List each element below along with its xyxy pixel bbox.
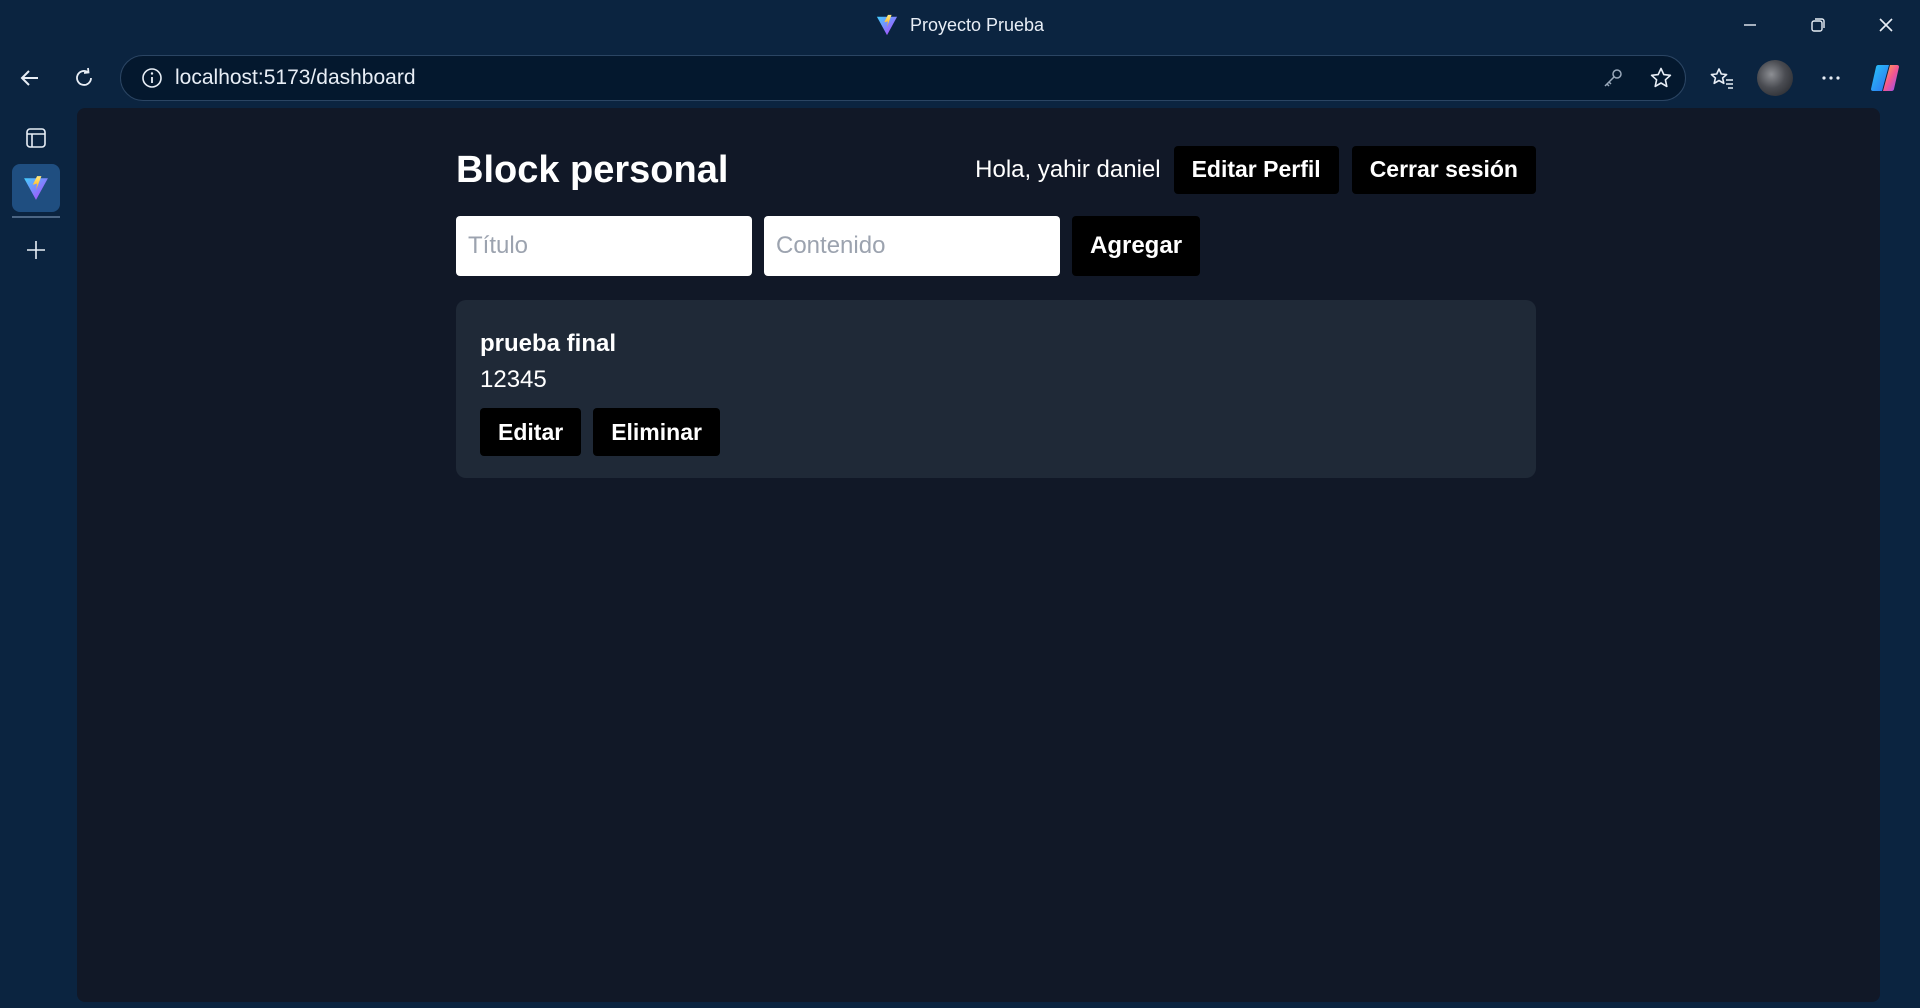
content-input[interactable] <box>764 216 1060 276</box>
password-button[interactable] <box>1589 55 1637 101</box>
info-icon <box>142 68 162 88</box>
profile-button[interactable] <box>1751 54 1799 102</box>
tab-proyecto-prueba[interactable] <box>12 164 60 212</box>
title-input[interactable] <box>456 216 752 276</box>
dashboard-header: Block personal Hola, yahir daniel Editar… <box>456 145 1536 194</box>
copilot-button[interactable] <box>1862 54 1910 102</box>
star-icon <box>1650 67 1672 88</box>
vite-logo-icon <box>24 176 48 200</box>
logout-button[interactable]: Cerrar sesión <box>1351 145 1536 194</box>
browser-toolbar: localhost:5173/dashboard <box>0 54 1920 102</box>
close-icon <box>1879 18 1893 32</box>
refresh-button[interactable] <box>64 54 104 102</box>
back-button[interactable] <box>10 54 50 102</box>
restore-icon <box>1811 18 1825 32</box>
user-greeting: Hola, yahir daniel <box>975 155 1161 183</box>
url-text[interactable]: localhost:5173/dashboard <box>175 66 1589 90</box>
note-title: prueba final <box>480 330 617 357</box>
window-title: Proyecto Prueba <box>909 14 1045 35</box>
sidebar-divider <box>12 216 60 218</box>
note-actions: Editar Eliminar <box>480 408 720 456</box>
plus-icon <box>27 241 45 259</box>
address-bar[interactable]: localhost:5173/dashboard <box>120 55 1686 101</box>
favorites-button[interactable] <box>1698 54 1746 102</box>
avatar <box>1757 60 1793 96</box>
refresh-icon <box>76 67 92 86</box>
page-title: Block personal <box>456 149 729 191</box>
restore-button[interactable] <box>1784 0 1852 50</box>
key-icon <box>1604 69 1622 87</box>
edit-profile-button[interactable]: Editar Perfil <box>1173 145 1339 194</box>
edit-note-button[interactable]: Editar <box>480 408 582 456</box>
note-card: prueba final 12345 Editar Eliminar <box>456 300 1536 478</box>
add-note-button[interactable]: Agregar <box>1072 216 1201 276</box>
favorite-button[interactable] <box>1637 55 1685 101</box>
favorites-icon <box>1710 68 1733 89</box>
tab-actions-icon <box>26 128 46 148</box>
vite-logo-icon <box>876 14 898 36</box>
note-form: Agregar <box>456 216 1201 276</box>
page-viewport: Block personal Hola, yahir daniel Editar… <box>77 108 1880 1002</box>
user-area: Hola, yahir daniel Editar Perfil Cerrar … <box>975 145 1536 194</box>
note-content: 12345 <box>480 366 547 393</box>
tab-actions-button[interactable] <box>12 114 60 162</box>
copilot-icon <box>1871 65 1899 91</box>
more-button[interactable] <box>1807 54 1855 102</box>
minimize-button[interactable] <box>1716 0 1784 50</box>
close-window-button[interactable] <box>1852 0 1920 50</box>
title-bar: Proyecto Prueba <box>0 0 1920 50</box>
site-info-button[interactable] <box>121 67 169 89</box>
back-arrow-icon <box>20 70 38 86</box>
more-icon <box>1822 76 1840 80</box>
new-tab-button[interactable] <box>12 226 60 274</box>
minimize-icon <box>1744 24 1756 26</box>
delete-note-button[interactable]: Eliminar <box>593 408 720 456</box>
